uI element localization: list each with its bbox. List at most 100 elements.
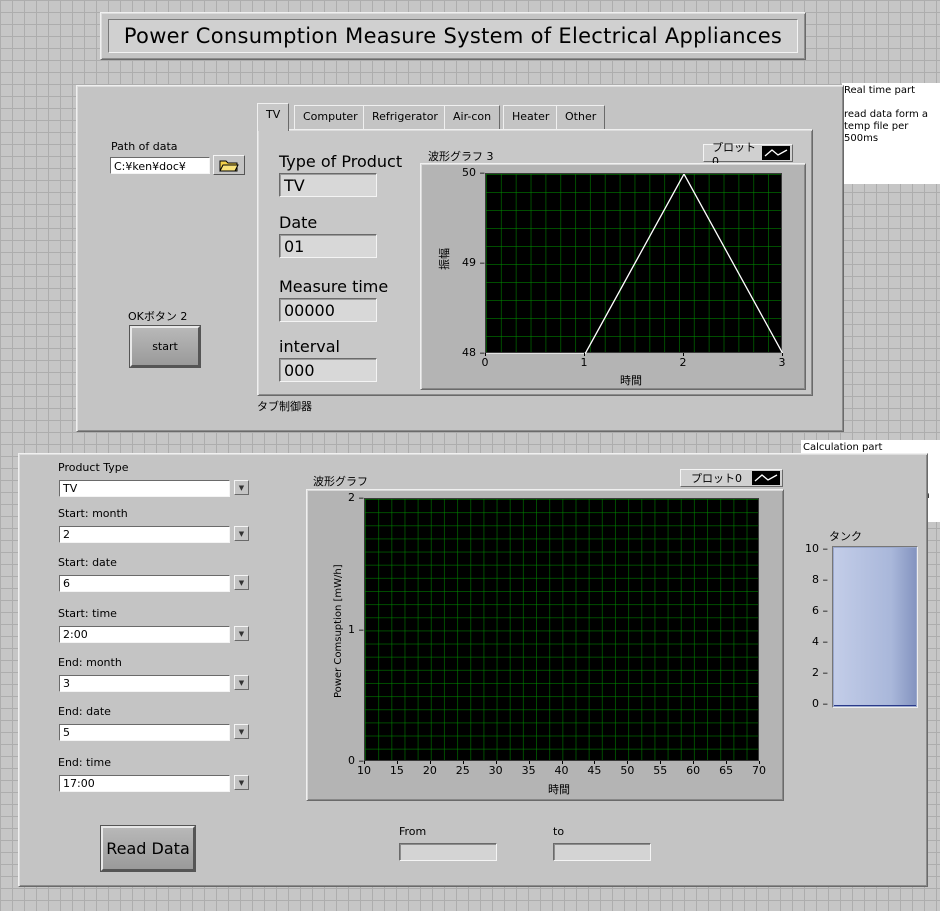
tank-tick-label: 10 –: [805, 542, 828, 555]
x-tick-mark: [584, 353, 585, 356]
graph-label: 波形グラフ: [313, 475, 368, 488]
calc-field-select[interactable]: 2: [59, 526, 230, 543]
browse-button[interactable]: [213, 155, 245, 175]
from-label: From: [399, 825, 427, 838]
x-tick-label: 25: [455, 764, 470, 777]
tab-tv[interactable]: TV: [257, 103, 290, 131]
tank-tick-label: 0 –: [812, 697, 828, 710]
series-line-plot0: [486, 174, 783, 354]
tank-label: タンク: [829, 530, 862, 543]
chevron-down-icon[interactable]: ▼: [234, 575, 249, 590]
chevron-down-icon[interactable]: ▼: [234, 775, 249, 790]
tab-control-label: タブ制御器: [257, 400, 312, 413]
x-tick-mark: [561, 761, 563, 764]
chevron-down-icon[interactable]: ▼: [234, 480, 249, 495]
graph-legend-name: プロット0: [691, 472, 742, 485]
y-tick-label: 48 –: [462, 346, 485, 359]
path-label: Path of data: [111, 140, 178, 153]
graph-ylabel: Power Comsuption [mW/h]: [333, 564, 344, 698]
tank-tick-label: 2 –: [812, 666, 828, 679]
calc-field-select[interactable]: 3: [59, 675, 230, 692]
x-tick-mark: [364, 761, 365, 764]
x-tick-mark: [683, 353, 684, 356]
x-tick-mark: [396, 761, 398, 764]
calc-field-select[interactable]: TV: [59, 480, 230, 497]
calc-field-label: End: date: [58, 705, 111, 718]
calc-field-select[interactable]: 17:00: [59, 775, 230, 792]
date-label: Date: [279, 213, 318, 232]
title-panel: Power Consumption Measure System of Elec…: [100, 12, 806, 60]
x-tick-mark: [782, 353, 783, 356]
graph3-label: 波形グラフ 3: [428, 150, 494, 163]
type-value: TV: [279, 173, 377, 197]
x-tick-mark: [429, 761, 431, 764]
calc-field-label: Start: month: [58, 507, 128, 520]
x-tick-mark: [594, 761, 596, 764]
tank-tick-label: 8 –: [812, 573, 828, 586]
type-label: Type of Product: [279, 152, 403, 171]
calc-field-label: Start: date: [58, 556, 117, 569]
interval-label: interval: [279, 337, 340, 356]
plot-line-icon: [762, 146, 790, 160]
graph3-plot-area: [485, 173, 783, 354]
x-tick-mark: [495, 761, 497, 764]
y-tick-label: 2 –: [348, 491, 364, 504]
x-tick-mark: [528, 761, 530, 764]
x-tick-mark: [759, 761, 760, 764]
tank-tick-label: 6 –: [812, 604, 828, 617]
path-input[interactable]: [110, 157, 210, 174]
x-tick-label: 2: [679, 356, 687, 369]
calc-field-label: Product Type: [58, 461, 129, 474]
x-tick-label: 20: [422, 764, 437, 777]
date-value: 01: [279, 234, 377, 258]
chevron-down-icon[interactable]: ▼: [234, 626, 249, 641]
graph3-ylabel: 振幅: [438, 248, 451, 270]
tab-air-con[interactable]: Air-con: [444, 105, 501, 129]
start-button[interactable]: start: [129, 325, 201, 368]
tab-refrigerator[interactable]: Refrigerator: [363, 105, 447, 129]
ok-button-label: OKボタン 2: [128, 310, 188, 323]
x-tick-label: 15: [389, 764, 404, 777]
tank-glass: [834, 548, 916, 706]
chevron-down-icon[interactable]: ▼: [234, 724, 249, 739]
x-tick-label: 1: [580, 356, 588, 369]
y-tick-label: 50 –: [462, 166, 485, 179]
graph-svg: [365, 499, 760, 762]
folder-icon: [219, 160, 239, 172]
from-value: [399, 843, 497, 861]
y-tick-label: 0 –: [348, 754, 364, 767]
x-tick-label: 35: [521, 764, 536, 777]
y-tick-label: 1 –: [348, 622, 364, 636]
tab-heater[interactable]: Heater: [503, 105, 559, 129]
x-tick-label: 60: [686, 764, 701, 777]
graph3-legend[interactable]: プロット0: [703, 141, 793, 168]
interval-value: 000: [279, 358, 377, 382]
tank-level: [834, 705, 916, 706]
x-tick-mark: [485, 353, 486, 356]
plot-line-icon: [752, 471, 780, 485]
tab-other[interactable]: Other: [556, 105, 606, 129]
calc-field-label: Start: time: [58, 607, 117, 620]
tab-computer[interactable]: Computer: [294, 105, 367, 129]
x-tick-label: 50: [620, 764, 635, 777]
to-label: to: [553, 825, 565, 838]
x-tick-label: 30: [488, 764, 503, 777]
measure-time-label: Measure time: [279, 277, 389, 296]
graph-legend[interactable]: プロット0: [680, 469, 783, 487]
x-tick-label: 70: [752, 764, 766, 777]
read-data-button[interactable]: Read Data: [100, 825, 196, 872]
graph3-svg: [486, 174, 783, 354]
x-tick-mark: [726, 761, 728, 764]
chevron-down-icon[interactable]: ▼: [234, 526, 249, 541]
calc-field-select[interactable]: 6: [59, 575, 230, 592]
x-tick-mark: [693, 761, 695, 764]
realtime-note: Real time part read data form a temp fil…: [842, 83, 940, 184]
calc-field-select[interactable]: 2:00: [59, 626, 230, 643]
measure-time-value: 00000: [279, 298, 377, 322]
calc-field-select[interactable]: 5: [59, 724, 230, 741]
x-tick-label: 40: [554, 764, 569, 777]
chevron-down-icon[interactable]: ▼: [234, 675, 249, 690]
x-tick-label: 45: [587, 764, 602, 777]
x-tick-label: 55: [653, 764, 668, 777]
x-tick-mark: [462, 761, 464, 764]
